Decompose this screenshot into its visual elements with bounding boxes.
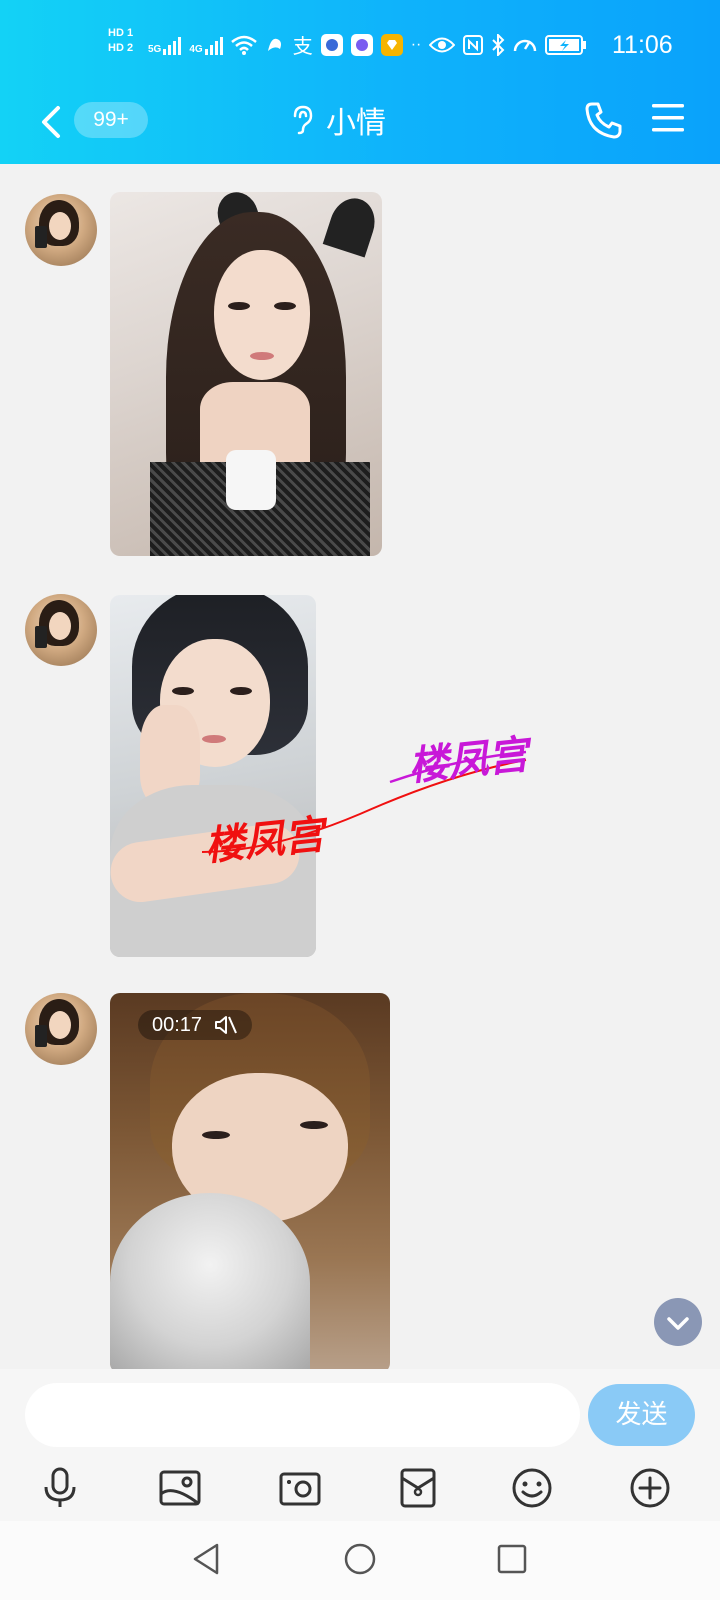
battery-charging-icon <box>545 34 587 55</box>
hd-indicator: HD 1 HD 2 <box>108 26 142 56</box>
4g-label: 4G <box>189 43 203 55</box>
back-icon[interactable] <box>36 100 66 144</box>
more-icon: ·· <box>410 35 422 53</box>
plus-icon <box>630 1468 670 1508</box>
eye <box>172 687 194 695</box>
red-packet-icon <box>400 1468 436 1508</box>
voice-button[interactable] <box>36 1464 84 1512</box>
video-message[interactable] <box>110 993 390 1373</box>
camera-icon <box>279 1472 321 1506</box>
menu-icon[interactable] <box>650 102 686 134</box>
system-home-button[interactable] <box>340 1539 380 1579</box>
app-icon <box>320 33 343 56</box>
speed-icon <box>514 39 537 51</box>
recents-square-icon <box>497 1544 527 1574</box>
bluetooth-icon <box>492 33 505 56</box>
system-back-button[interactable] <box>186 1539 226 1579</box>
system-recents-button[interactable] <box>492 1539 532 1579</box>
image-icon <box>159 1470 201 1506</box>
eye <box>300 1121 328 1129</box>
contact-name: 小情 <box>326 107 386 140</box>
clock: 11:06 <box>612 31 673 59</box>
eye <box>202 1131 230 1139</box>
status-bar: HD 1 HD 2 5G 4G 支 ·· 11:06 <box>0 20 720 70</box>
duration-label: 00:17 <box>152 1014 203 1036</box>
signal-5g: 5G <box>148 35 182 55</box>
lips <box>250 352 274 360</box>
cat-ear-right <box>322 192 382 258</box>
scroll-to-bottom-button[interactable] <box>654 1298 702 1346</box>
image-message[interactable] <box>110 192 382 556</box>
image-button[interactable] <box>156 1464 204 1512</box>
app-icon <box>380 33 403 56</box>
hd2-label: HD 2 <box>108 42 134 54</box>
more-functions-button[interactable] <box>626 1464 674 1512</box>
composer: 发送 <box>0 1369 720 1521</box>
music-icon <box>350 33 373 56</box>
earpiece-icon <box>293 105 313 135</box>
signal-bars-icon <box>163 35 182 55</box>
chat-header: HD 1 HD 2 5G 4G 支 ·· 11:06 99+ 小情 <box>0 0 720 164</box>
muted-icon[interactable] <box>214 1015 238 1035</box>
send-button[interactable]: 发送 <box>588 1384 695 1446</box>
eye <box>228 302 250 310</box>
status-icons: 5G 4G 支 ·· <box>148 30 587 59</box>
contact-avatar[interactable] <box>25 993 97 1065</box>
eye-icon <box>429 37 456 52</box>
video-duration: 00:17 <box>138 1010 253 1040</box>
nfc-icon <box>463 34 484 55</box>
microphone-icon <box>44 1467 76 1507</box>
hd1-label: HD 1 <box>108 27 134 39</box>
contact-avatar[interactable] <box>25 594 97 666</box>
red-packet-button[interactable] <box>394 1464 442 1512</box>
wifi-icon <box>230 35 257 55</box>
notification-icon <box>267 38 281 51</box>
composer-toolbar <box>0 1464 720 1516</box>
signal-bars-icon <box>204 35 223 55</box>
nav-bar: 99+ 小情 <box>0 94 720 150</box>
emoji-icon <box>512 1468 552 1508</box>
contact-avatar[interactable] <box>25 194 97 266</box>
alipay-icon: 支 <box>292 36 313 58</box>
5g-label: 5G <box>148 43 162 55</box>
bow <box>226 450 276 510</box>
face <box>214 250 310 380</box>
cat <box>110 1193 310 1373</box>
back-triangle-icon <box>193 1543 219 1575</box>
camera-button[interactable] <box>276 1464 324 1512</box>
emoji-button[interactable] <box>508 1464 556 1512</box>
message-input[interactable] <box>25 1383 580 1447</box>
eye <box>230 687 252 695</box>
signal-4g: 4G <box>189 35 223 55</box>
chevron-down-icon <box>667 1317 689 1330</box>
home-circle-icon <box>344 1543 376 1575</box>
eye <box>274 302 296 310</box>
unread-badge[interactable]: 99+ <box>74 102 148 138</box>
chat-title[interactable]: 小情 <box>290 98 386 142</box>
phone-icon[interactable] <box>584 100 624 140</box>
system-navigation-bar <box>0 1521 720 1600</box>
